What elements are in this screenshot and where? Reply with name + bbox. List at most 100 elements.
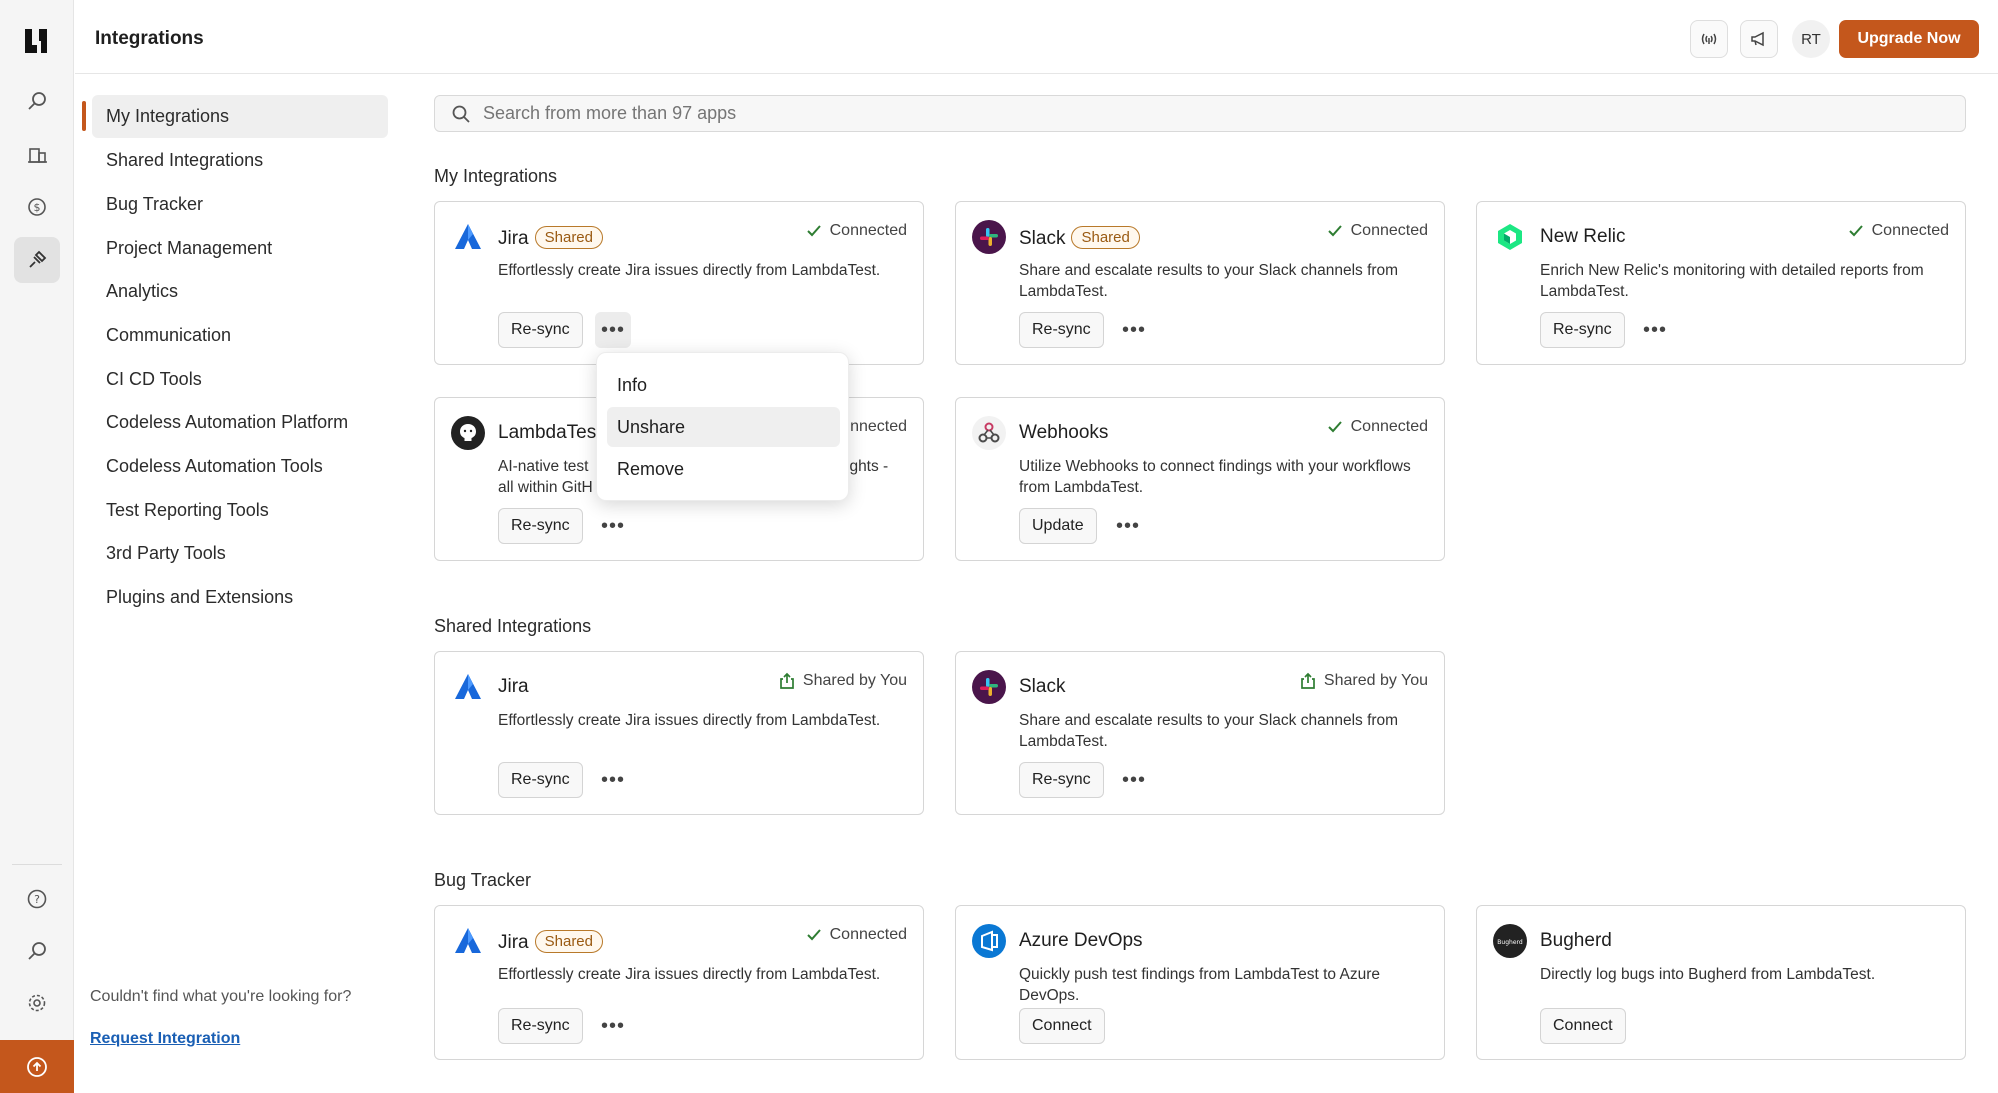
bug-card-bugherd: Bugherd Bugherd Directly log bugs into B… [1476, 905, 1966, 1060]
azure-devops-logo-icon [972, 924, 1006, 958]
cant-find-text: Couldn't find what you're looking for? [90, 988, 352, 1005]
github-logo-icon [451, 416, 485, 450]
check-icon [1327, 421, 1342, 433]
more-options-button[interactable]: ••• [595, 508, 631, 544]
settings-icon[interactable] [14, 980, 60, 1026]
connect-button[interactable]: Connect [1540, 1008, 1626, 1044]
slack-logo-icon [972, 670, 1006, 704]
lambdatest-logo-icon[interactable] [22, 26, 52, 56]
building-icon[interactable] [14, 131, 60, 177]
resync-button[interactable]: Re-sync [498, 1008, 583, 1044]
integration-description: Utilize Webhooks to connect findings wit… [1019, 458, 1411, 496]
bugherd-logo-icon: Bugherd [1493, 924, 1527, 958]
integration-card-new-relic: New Relic Connected Enrich New Relic's m… [1476, 201, 1966, 365]
integration-description: Enrich New Relic's monitoring with detai… [1540, 262, 1924, 300]
more-options-menu: Info Unshare Remove [596, 352, 849, 501]
sidebar-item-my-integrations[interactable]: My Integrations [92, 95, 388, 138]
integration-name: Jira [498, 676, 529, 697]
more-options-button[interactable]: ••• [595, 312, 631, 348]
shared-card-slack: Slack Shared by You Share and escalate r… [955, 651, 1445, 815]
integration-name: Azure DevOps [1019, 930, 1143, 951]
sidebar-item-plugins-and-extensions[interactable]: Plugins and Extensions [92, 576, 388, 619]
check-icon [806, 929, 821, 941]
integration-description: Effortlessly create Jira issues directly… [498, 966, 881, 983]
dollar-icon[interactable]: $ [14, 184, 60, 230]
integration-card-webhooks: Webhooks Connected Utilize Webhooks to c… [955, 397, 1445, 561]
sidebar-item-codeless-automation-platform[interactable]: Codeless Automation Platform [92, 401, 388, 444]
sidebar-item-analytics[interactable]: Analytics [92, 270, 388, 313]
announcement-button[interactable] [1740, 20, 1778, 58]
page-title: Integrations [95, 28, 204, 49]
more-options-button[interactable]: ••• [595, 1008, 631, 1044]
request-integration-link[interactable]: Request Integration [90, 1030, 240, 1048]
menu-item-unshare[interactable]: Unshare [607, 407, 840, 447]
integration-name: Slack [1019, 676, 1066, 697]
sidebar-item-communication[interactable]: Communication [92, 314, 388, 357]
sidebar-item-ci-cd-tools[interactable]: CI CD Tools [92, 358, 388, 401]
share-icon [1301, 672, 1315, 689]
menu-item-info[interactable]: Info [607, 365, 840, 405]
sidebar-item-bug-tracker[interactable]: Bug Tracker [92, 183, 388, 226]
sidebar-item-project-management[interactable]: Project Management [92, 227, 388, 270]
megaphone-icon [1751, 31, 1764, 47]
integration-description: Effortlessly create Jira issues directly… [498, 712, 881, 729]
upgrade-now-button[interactable]: Upgrade Now [1839, 20, 1979, 58]
connected-status: nnected [850, 418, 907, 435]
more-options-button[interactable]: ••• [1116, 312, 1152, 348]
more-options-button[interactable]: ••• [1110, 508, 1146, 544]
plug-icon[interactable] [14, 237, 60, 283]
section-title-shared-integrations: Shared Integrations [434, 616, 592, 636]
more-options-button[interactable]: ••• [595, 762, 631, 798]
integration-name: Slack Shared [1019, 226, 1140, 250]
shared-status: Shared by You [778, 672, 907, 690]
resync-button[interactable]: Re-sync [1019, 312, 1104, 348]
menu-item-remove[interactable]: Remove [607, 449, 840, 489]
sidebar-item-codeless-automation-tools[interactable]: Codeless Automation Tools [92, 445, 388, 488]
shared-badge: Shared [1071, 226, 1140, 249]
integration-name: Webhooks [1019, 422, 1109, 443]
category-sidebar: My Integrations Shared Integrations Bug … [75, 75, 405, 1093]
rail-divider [12, 864, 62, 865]
shared-badge: Shared [534, 930, 603, 953]
integration-name: Bugherd [1540, 930, 1612, 951]
jira-logo-icon [451, 670, 485, 704]
more-options-button[interactable]: ••• [1637, 312, 1673, 348]
broadcast-icon [1701, 33, 1717, 45]
jira-logo-icon [451, 924, 485, 958]
integration-description: Quickly push test findings from LambdaTe… [1019, 966, 1380, 1004]
sidebar-item-3rd-party-tools[interactable]: 3rd Party Tools [92, 532, 388, 575]
resync-button[interactable]: Re-sync [498, 312, 583, 348]
sidebar-item-test-reporting-tools[interactable]: Test Reporting Tools [92, 489, 388, 532]
section-title-my-integrations: My Integrations [434, 166, 558, 186]
upload-icon [27, 1056, 47, 1077]
integration-name: Jira Shared [498, 226, 603, 250]
search-bar [434, 95, 1966, 132]
search-icon[interactable] [14, 928, 60, 974]
update-button[interactable]: Update [1019, 508, 1097, 544]
check-icon [1848, 225, 1863, 237]
integration-description: Share and escalate results to your Slack… [1019, 262, 1399, 300]
avatar[interactable]: RT [1792, 20, 1830, 58]
search-icon [451, 103, 473, 125]
svg-text:?: ? [34, 893, 40, 906]
section-title-bug-tracker: Bug Tracker [434, 870, 532, 890]
resync-button[interactable]: Re-sync [498, 762, 583, 798]
connect-button[interactable]: Connect [1019, 1008, 1105, 1044]
integration-card-slack: Slack Shared Connected Share and escalate… [955, 201, 1445, 365]
slack-logo-icon [972, 220, 1006, 254]
upload-button[interactable] [0, 1040, 74, 1093]
connected-status: Connected [1326, 418, 1428, 436]
search-input[interactable] [483, 103, 1883, 124]
webhooks-logo-icon [972, 416, 1006, 450]
resync-button[interactable]: Re-sync [1019, 762, 1104, 798]
integration-name: LambdaTes [498, 422, 597, 443]
broadcast-button[interactable] [1690, 20, 1728, 58]
sidebar-item-shared-integrations[interactable]: Shared Integrations [92, 139, 388, 182]
resync-button[interactable]: Re-sync [498, 508, 583, 544]
help-icon[interactable]: ? [14, 876, 60, 922]
search-icon[interactable] [14, 78, 60, 124]
more-options-button[interactable]: ••• [1116, 762, 1152, 798]
svg-text:Bugherd: Bugherd [1497, 939, 1523, 946]
new-relic-logo-icon [1493, 220, 1527, 254]
resync-button[interactable]: Re-sync [1540, 312, 1625, 348]
